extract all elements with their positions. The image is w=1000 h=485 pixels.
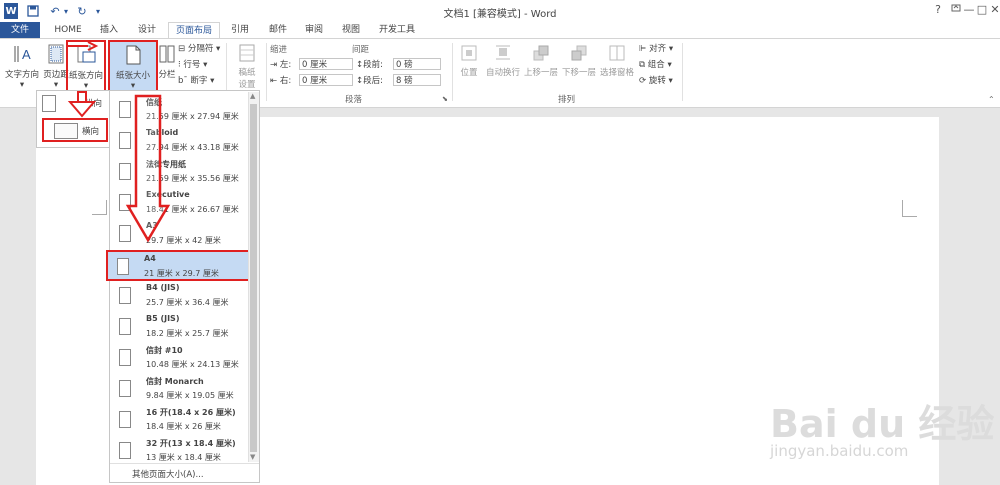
baidu-watermark-logo: Bai du 经验	[770, 402, 995, 446]
baidu-watermark-url: jingyan.baidu.com	[770, 442, 909, 460]
arrow-to-a4-icon	[125, 94, 171, 243]
arrow-to-size-icon	[68, 41, 99, 51]
arrow-to-landscape-icon	[67, 91, 97, 118]
